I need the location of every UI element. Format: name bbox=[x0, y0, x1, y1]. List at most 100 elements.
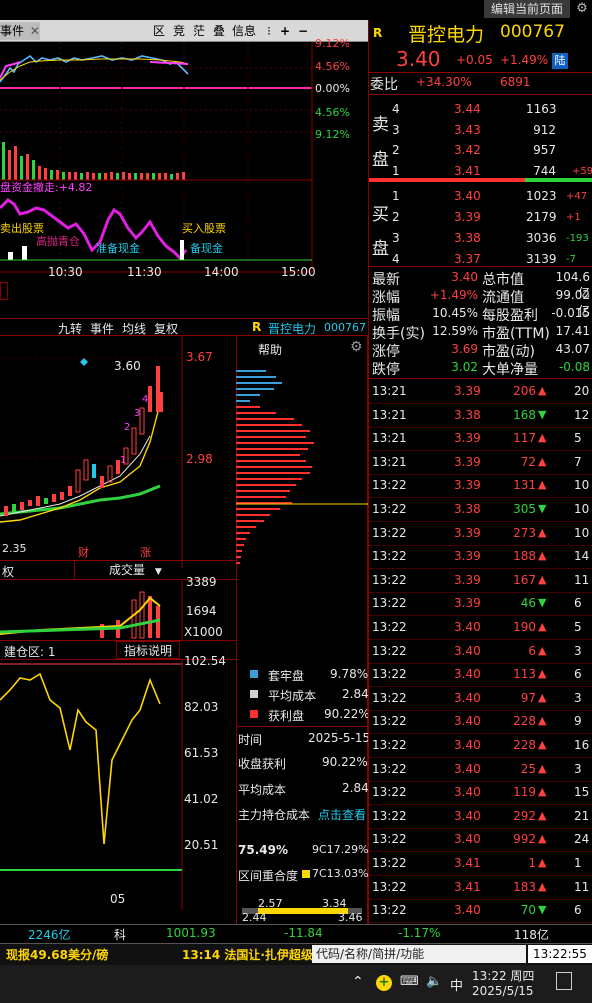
indicator-help-button[interactable]: 指标说明 bbox=[116, 641, 180, 659]
tick-row[interactable]: 13:22 3.40 97 ▲ 3 bbox=[370, 687, 592, 711]
kline-mark-cai: 财 bbox=[78, 546, 89, 559]
arrow-up-icon: ▲ bbox=[538, 879, 547, 893]
chip-range-label: 区间重合度 bbox=[238, 869, 299, 883]
chip-range-bar-fill bbox=[258, 908, 348, 914]
bid-price: 3.40 bbox=[454, 189, 481, 203]
ask-volume: 744 bbox=[533, 163, 556, 178]
ask-level: 4 bbox=[392, 102, 400, 116]
td-num-1: 1 bbox=[120, 455, 127, 466]
tick-volume: 119 bbox=[513, 785, 536, 800]
tick-count: 11 bbox=[574, 879, 590, 894]
tool-qu[interactable]: 区 bbox=[150, 22, 168, 40]
search-input[interactable]: 代码/名称/简拼/功能 bbox=[312, 945, 526, 963]
legend-profit-label: 获利盘 bbox=[268, 709, 305, 723]
tick-row[interactable]: 13:22 3.40 25 ▲ 3 bbox=[370, 758, 592, 782]
tick-row[interactable]: 13:21 3.39 72 ▲ 7 bbox=[370, 451, 592, 475]
tick-row[interactable]: 13:22 3.40 70 ▼ 6 bbox=[370, 899, 592, 923]
ask-volume: 912 bbox=[533, 122, 556, 137]
tick-price: 3.40 bbox=[454, 903, 481, 918]
arrow-up-icon: ▲ bbox=[538, 808, 547, 822]
tick-row[interactable]: 13:22 3.38 305 ▼ 10 bbox=[370, 498, 592, 522]
tick-time: 13:22 bbox=[372, 478, 407, 493]
tool-info[interactable]: 信息 bbox=[230, 22, 258, 40]
ind-label-3: 61.53 bbox=[184, 746, 219, 760]
stat-row: 振幅 10.45% 每股盈利 -0.015 bbox=[370, 304, 592, 324]
quote-change: +0.05 bbox=[456, 53, 493, 67]
tick-row[interactable]: 13:22 3.40 228 ▲ 9 bbox=[370, 710, 592, 734]
tab-ma[interactable]: 均线 bbox=[122, 320, 146, 337]
quote-price: 3.40 bbox=[396, 47, 441, 71]
arrow-up-icon: ▲ bbox=[538, 572, 547, 586]
chevron-up-icon[interactable]: ⌃ bbox=[352, 974, 364, 990]
ask-volume: 957 bbox=[533, 143, 556, 157]
chip-avg-label: 平均成本 bbox=[238, 783, 287, 797]
volume-icon[interactable]: 🔈 bbox=[426, 974, 442, 989]
taskbar-time[interactable]: 13:22 周四 bbox=[472, 967, 534, 984]
tab-kline-event[interactable]: 事件 bbox=[90, 320, 114, 337]
ask-change: +59 bbox=[572, 165, 592, 177]
td-num-4: 4 bbox=[142, 394, 149, 405]
zoom-in-icon[interactable]: + bbox=[278, 22, 292, 40]
edit-page-button[interactable]: 编辑当前页面 bbox=[484, 0, 570, 18]
tick-row[interactable]: 13:22 3.40 190 ▲ 5 bbox=[370, 616, 592, 640]
tick-row[interactable]: 13:22 3.40 992 ▲ 24 bbox=[370, 828, 592, 852]
tick-row[interactable]: 13:22 3.39 188 ▲ 14 bbox=[370, 545, 592, 569]
arrow-up-icon: ▲ bbox=[538, 620, 547, 633]
tick-row[interactable]: 13:22 3.39 273 ▲ 10 bbox=[370, 522, 592, 546]
bid-change: -193 bbox=[566, 233, 589, 244]
arrow-down-icon: ▼ bbox=[538, 407, 547, 421]
volume-select[interactable]: 成交量 ▼ bbox=[74, 561, 184, 579]
close-icon[interactable]: ✕ bbox=[30, 24, 40, 38]
status-ke[interactable]: 科 bbox=[114, 926, 126, 943]
ind-label-1: 102.54 bbox=[184, 654, 226, 668]
tick-row[interactable]: 13:22 3.41 1 ▲ 1 bbox=[370, 852, 592, 876]
taskbar-date[interactable]: 2025/5/15 bbox=[472, 984, 534, 998]
tab-event[interactable]: 事件 ✕ bbox=[0, 22, 40, 40]
tick-row[interactable]: 13:22 3.41 183 ▲ 11 bbox=[370, 876, 592, 900]
news-ticker-1[interactable]: 现报49.68美分/磅 bbox=[6, 946, 108, 963]
ime-indicator[interactable]: 中 bbox=[450, 975, 463, 994]
tick-price: 3.39 bbox=[454, 478, 481, 493]
arrow-up-icon: ▲ bbox=[538, 431, 547, 445]
date-label: 05 bbox=[110, 892, 126, 906]
menu-icon[interactable]: ⁝ bbox=[262, 22, 276, 40]
tick-row[interactable]: 13:21 3.39 206 ▲ 20 bbox=[370, 380, 592, 404]
tick-time: 13:22 bbox=[372, 572, 407, 587]
tick-volume: 70 bbox=[520, 903, 536, 918]
ask-price: 3.42 bbox=[454, 143, 481, 157]
news-ticker-2[interactable]: 13:14 法国让·扎伊超级 bbox=[182, 946, 312, 963]
chip-main-link[interactable]: 点击查看 bbox=[318, 806, 366, 823]
tick-volume: 168 bbox=[513, 407, 536, 422]
tool-jing[interactable]: 竞 bbox=[170, 22, 188, 40]
tick-row[interactable]: 13:22 3.39 131 ▲ 10 bbox=[370, 474, 592, 498]
tick-row[interactable]: 13:22 3.39 167 ▲ 11 bbox=[370, 569, 592, 593]
tick-row[interactable]: 13:22 3.40 119 ▲ 15 bbox=[370, 781, 592, 805]
tick-row[interactable]: 13:22 3.39 46 ▼ 6 bbox=[370, 592, 592, 616]
app-tray-icon[interactable]: + bbox=[376, 975, 392, 991]
chip-gear-icon[interactable]: ⚙ bbox=[350, 339, 363, 355]
keyboard-icon[interactable]: ⌨ bbox=[400, 974, 419, 989]
tool-die[interactable]: 叠 bbox=[210, 22, 228, 40]
tab-adjust[interactable]: 复权 bbox=[154, 320, 178, 337]
signal-high-sell: 高抛青仓 bbox=[36, 235, 80, 248]
tool-mang[interactable]: 茫 bbox=[190, 22, 208, 40]
bid-level: 2 bbox=[392, 210, 400, 224]
zoom-out-icon[interactable]: − bbox=[296, 22, 310, 40]
tick-price: 3.40 bbox=[454, 714, 481, 729]
tick-count: 24 bbox=[574, 832, 590, 847]
tick-row[interactable]: 13:22 3.40 6 ▲ 3 bbox=[370, 640, 592, 664]
tick-price: 3.40 bbox=[454, 620, 481, 634]
chip-help[interactable]: 帮助 bbox=[258, 341, 282, 358]
tick-row[interactable]: 13:21 3.38 168 ▼ 12 bbox=[370, 404, 592, 428]
settings-gear-icon[interactable]: ⚙ bbox=[572, 0, 592, 18]
tick-row[interactable]: 13:21 3.39 117 ▲ 5 bbox=[370, 427, 592, 451]
tab-jiuzhuan[interactable]: 九转 bbox=[58, 320, 82, 337]
tick-row[interactable]: 13:22 3.40 113 ▲ 6 bbox=[370, 663, 592, 687]
notification-icon[interactable] bbox=[556, 972, 572, 990]
kline-price-mid: 2.98 bbox=[186, 452, 213, 466]
quote-change-pct: +1.49% bbox=[500, 53, 549, 67]
tick-row[interactable]: 13:22 3.40 292 ▲ 21 bbox=[370, 805, 592, 829]
tick-row[interactable]: 13:22 3.40 228 ▲ 16 bbox=[370, 734, 592, 758]
ask-price: 3.43 bbox=[454, 122, 481, 137]
tick-count: 1 bbox=[574, 856, 582, 870]
